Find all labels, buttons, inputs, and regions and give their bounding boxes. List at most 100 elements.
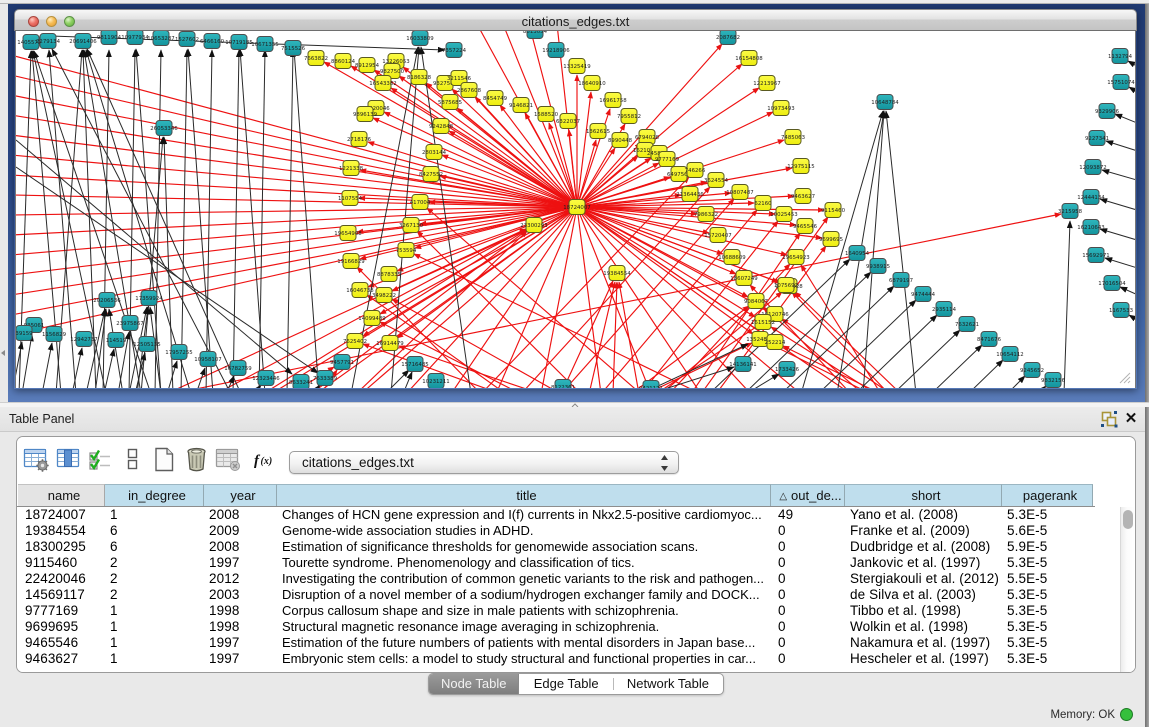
window-resize-grip[interactable] <box>1119 372 1131 384</box>
table-row[interactable]: 946362711997Embryonic stem cells: a mode… <box>17 651 1121 667</box>
table-vertical-scrollbar[interactable] <box>1120 507 1135 673</box>
table-row[interactable]: 1872400712008Changes of HCN gene express… <box>17 507 1121 523</box>
select-column-icon[interactable] <box>56 446 83 473</box>
tab-edge-table[interactable]: Edge Table <box>519 674 612 694</box>
graph-node[interactable]: 12213967 <box>753 76 780 91</box>
graph-node[interactable]: 1075692 <box>774 278 798 293</box>
graph-node[interactable]: 10719185 <box>225 35 252 50</box>
graph-node[interactable]: 8186328 <box>407 70 432 85</box>
close-panel-icon[interactable]: ✕ <box>1124 411 1138 426</box>
citation-edge-black[interactable] <box>1120 287 1135 299</box>
citation-edge-red[interactable] <box>16 95 577 207</box>
graph-node[interactable]: 7663822 <box>304 51 328 66</box>
graph-node[interactable]: 3624554 <box>704 173 729 188</box>
graph-node[interactable]: 20691406 <box>69 34 97 49</box>
table-row[interactable]: 1938455462009Genome-wide association stu… <box>17 523 1121 539</box>
graph-node[interactable]: 7955812 <box>617 109 641 124</box>
column-header-out_degree[interactable]: △out_de... <box>771 484 845 507</box>
citation-edge-black[interactable] <box>294 49 319 388</box>
citation-edge-black[interactable] <box>1064 221 1070 388</box>
graph-node[interactable]: 9474444 <box>911 287 936 302</box>
graph-node[interactable]: 753594 <box>396 243 417 258</box>
graph-node[interactable]: 1527602 <box>175 32 199 47</box>
citation-edge-black[interactable] <box>22 334 32 388</box>
graph-node[interactable]: 39159 <box>16 326 33 341</box>
table-row[interactable]: 977716911998Corpus callosum shape and si… <box>17 603 1121 619</box>
rows-icon[interactable] <box>119 446 146 473</box>
graph-node[interactable]: 8990448 <box>608 133 633 148</box>
citation-edge-black[interactable] <box>233 50 239 388</box>
column-header-in_degree[interactable]: in_degree <box>105 484 204 507</box>
graph-node[interactable]: 15720407 <box>704 228 731 243</box>
graph-node[interactable]: 2935114 <box>932 302 957 317</box>
graph-node[interactable]: 26053346 <box>150 121 178 136</box>
graph-node[interactable]: 9777169 <box>655 152 680 167</box>
citation-edge-red[interactable] <box>392 299 561 388</box>
citation-edge-red[interactable] <box>496 207 577 388</box>
row-checklist-icon[interactable] <box>87 446 114 473</box>
graph-node[interactable]: 10688609 <box>718 250 746 265</box>
new-table-icon[interactable] <box>151 446 178 473</box>
graph-node[interactable]: 8912954 <box>355 58 380 73</box>
graph-node[interactable]: 9115460 <box>821 203 846 218</box>
graph-node[interactable]: 12444134 <box>1077 190 1105 205</box>
citation-edge-black[interactable] <box>1007 376 1025 388</box>
graph-node[interactable]: 114519 <box>106 333 127 348</box>
graph-node[interactable]: 1588520 <box>534 107 559 122</box>
graph-node[interactable]: 9938915 <box>866 259 890 274</box>
graph-node[interactable]: 1107554 <box>338 191 363 206</box>
graph-node[interactable]: 746266 <box>685 163 706 178</box>
citation-edge-black[interactable] <box>1102 170 1135 183</box>
graph-node[interactable]: 8633241 <box>289 375 313 389</box>
graph-node[interactable]: 62160 <box>754 196 772 211</box>
column-header-title[interactable]: title <box>277 484 771 507</box>
graph-node[interactable]: 417004 <box>410 195 431 210</box>
citation-edge-black[interactable] <box>931 345 982 388</box>
citation-edge-black[interactable] <box>1100 229 1135 243</box>
column-header-name[interactable]: name <box>18 484 105 507</box>
graph-node[interactable]: 6466160 <box>200 34 225 49</box>
graph-node[interactable]: 1640954 <box>845 246 870 261</box>
citation-edge-black[interactable] <box>42 343 52 388</box>
graph-node[interactable]: 15692971 <box>1082 248 1109 263</box>
graph-node[interactable]: 8427552 <box>419 167 443 182</box>
citation-edge-black[interactable] <box>104 349 114 388</box>
graph-node[interactable]: 9465546 <box>793 219 818 234</box>
graph-node[interactable]: 1167533 <box>1109 303 1133 318</box>
citation-edge-black[interactable] <box>86 50 191 388</box>
graph-node[interactable]: 9146821 <box>509 98 533 113</box>
column-header-short[interactable]: short <box>845 484 1002 507</box>
graph-node[interactable]: 9084067 <box>744 294 768 309</box>
float-panel-icon[interactable] <box>1101 411 1118 428</box>
table-row[interactable]: 1456911722003Disruption of a novel membe… <box>17 587 1121 603</box>
citation-edge-red[interactable] <box>16 207 577 335</box>
graph-node[interactable]: 1615152 <box>751 315 775 330</box>
network-graph[interactable]: 1405572322791342069140698119041097793410… <box>16 31 1135 388</box>
graph-node[interactable]: 2087682 <box>716 31 740 45</box>
table-row[interactable]: 946554611997Estimation of the future num… <box>17 635 1121 651</box>
citation-edge-red[interactable] <box>561 281 613 388</box>
scrollbar-thumb[interactable] <box>1123 510 1133 529</box>
graph-node[interactable]: 1733426 <box>775 362 800 377</box>
graph-node[interactable]: 18640910 <box>578 76 606 91</box>
citation-edge-black[interactable] <box>1038 386 1046 388</box>
citation-edge-red[interactable] <box>16 175 577 207</box>
graph-node[interactable]: 8878335 <box>377 267 401 282</box>
citation-edge-black[interactable] <box>385 370 409 388</box>
graph-node[interactable]: 9463627 <box>791 189 815 204</box>
splitter-collapse-icon[interactable] <box>1 350 5 356</box>
citation-edge-black[interactable] <box>968 360 1003 388</box>
citation-edge-red[interactable] <box>577 207 601 388</box>
graph-node[interactable]: 10654112 <box>996 347 1023 362</box>
graph-node[interactable]: 6879197 <box>889 273 913 288</box>
graph-node[interactable]: 7632621 <box>955 317 979 332</box>
graph-node[interactable]: 2718176 <box>347 132 372 147</box>
graph-node[interactable]: 10977934 <box>121 31 149 45</box>
citation-edge-black[interactable] <box>1115 114 1135 127</box>
graph-node[interactable]: 1221338 <box>339 161 364 176</box>
graph-node[interactable]: 12093872 <box>1079 160 1106 175</box>
graph-node[interactable]: 16033809 <box>406 31 434 46</box>
graph-node[interactable]: 10807487 <box>726 185 753 200</box>
function-builder-icon[interactable]: f(x) <box>251 446 278 473</box>
tab-node-table[interactable]: Node Table <box>429 674 519 694</box>
